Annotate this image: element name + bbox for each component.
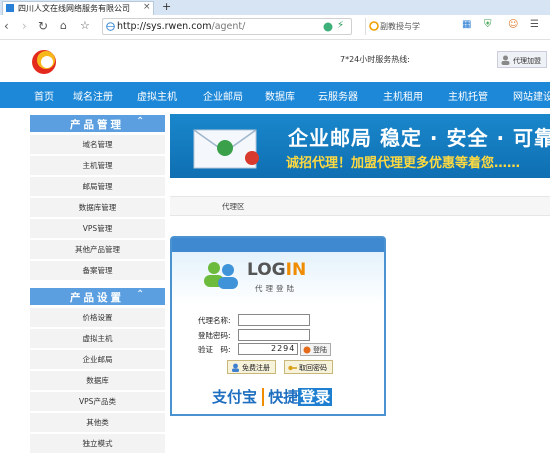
chevron-up-icon: ⌃ (136, 289, 145, 300)
register-user-icon (232, 363, 239, 372)
captcha-code: 2294 (271, 344, 296, 353)
arrow-right-icon (303, 346, 311, 354)
users-icon (204, 262, 238, 289)
user-icon (501, 55, 510, 65)
sidebar-section-products[interactable]: 产品管理 ⌃ (30, 115, 165, 132)
sidebar-item-mail[interactable]: 邮局管理 (30, 177, 165, 197)
nav-database[interactable]: 数据库 (265, 88, 295, 103)
login-button[interactable]: 登陆 (300, 343, 331, 356)
agent-join-button[interactable]: 代理加盟 (497, 51, 547, 68)
section-title: 产品设置 (70, 292, 124, 304)
search-query: 副教授与学 (380, 22, 420, 31)
lightning-icon[interactable]: ⚡ (337, 20, 344, 31)
nav-colocation[interactable]: 主机托管 (448, 88, 488, 103)
banner-subline: 诚招代理！加盟代理更多优惠等着您…… (286, 156, 521, 171)
search-engine-icon (369, 21, 379, 31)
banner-headline: 企业邮局 稳定 · 安全 · 可靠 (288, 126, 550, 150)
alipay-login: 登录 (298, 388, 333, 406)
nav-mail[interactable]: 企业邮局 (203, 88, 243, 103)
alipay-quick-login[interactable]: 支付宝 快捷 登录 (212, 386, 333, 407)
sidebar-item-vps[interactable]: VPS管理 (30, 219, 165, 239)
captcha-input[interactable]: 2294 (238, 343, 298, 355)
retrieve-button-label: 取回密码 (299, 364, 327, 372)
register-button[interactable]: 免费注册 (227, 360, 276, 374)
nav-vhost[interactable]: 虚拟主机 (137, 88, 177, 103)
menu-icon[interactable]: ☰ (530, 19, 539, 30)
site-favicon-icon (6, 4, 14, 12)
login-subtitle: 代理登陆 (255, 284, 297, 293)
sidebar-item-host[interactable]: 主机管理 (30, 156, 165, 176)
register-button-label: 免费注册 (242, 364, 270, 372)
sidebar-item-database[interactable]: 数据库管理 (30, 198, 165, 218)
nav-domain[interactable]: 域名注册 (73, 88, 113, 103)
sidebar-item-vps-products[interactable]: VPS产品类 (30, 392, 165, 412)
browser-tab[interactable]: 四川人文在线网络服务有限公司 × (2, 1, 154, 15)
breadcrumb-label: 代理区 (222, 202, 245, 211)
agent-join-label: 代理加盟 (513, 57, 541, 65)
sidebar-item-filing[interactable]: 备案管理 (30, 261, 165, 281)
url-text: http://sys.rwen.com/agent/ (117, 21, 246, 32)
nav-home[interactable]: 首页 (34, 88, 54, 103)
agent-login-panel: LOGIN 代理登陆 代理名称: 登陆密码: 验证 码: 2294 登陆 免费注… (170, 236, 386, 416)
retrieve-password-button[interactable]: 取回密码 (284, 360, 333, 374)
sidebar-section-settings[interactable]: 产品设置 ⌃ (30, 288, 165, 305)
nav-cloud[interactable]: 云服务器 (318, 88, 358, 103)
sidebar-item-other[interactable]: 其他产品管理 (30, 240, 165, 260)
globe-icon (106, 22, 115, 31)
sidebar-item-db[interactable]: 数据库 (30, 371, 165, 391)
username-label: 代理名称: (198, 316, 231, 325)
new-tab-button[interactable]: + (162, 0, 171, 13)
address-bar[interactable]: http://sys.rwen.com/agent/ (102, 18, 352, 35)
key-icon (288, 365, 297, 371)
alipay-brand: 支付宝 (212, 388, 258, 406)
sidebar-item-standalone[interactable]: 独立模式 (30, 434, 165, 454)
bookmark-star-icon[interactable]: ☆ (80, 19, 90, 32)
apps-grid-icon[interactable]: ▦ (462, 19, 471, 30)
login-title: LOGIN (247, 260, 307, 280)
login-button-label: 登陆 (313, 346, 327, 354)
captcha-label: 验证 码: (198, 345, 231, 354)
username-input[interactable] (238, 314, 310, 326)
panel-title-bar (172, 238, 384, 252)
sidebar-item-domain[interactable]: 域名管理 (30, 135, 165, 155)
password-input[interactable] (238, 329, 310, 341)
sidebar-item-price[interactable]: 价格设置 (30, 308, 165, 328)
sidebar-item-vhost[interactable]: 虚拟主机 (30, 329, 165, 349)
forward-icon[interactable]: › (22, 19, 27, 33)
search-box[interactable]: 副教授与学 (365, 18, 456, 35)
reload-icon[interactable]: ↻ (38, 19, 48, 33)
back-icon[interactable]: ‹ (4, 19, 9, 33)
breadcrumb: 代理区 (170, 196, 550, 216)
envelope-icon (193, 129, 259, 169)
main-nav: 首页 域名注册 虚拟主机 企业邮局 数据库 云服务器 主机租用 主机托管 网站建… (0, 82, 550, 108)
mail-banner[interactable]: 企业邮局 稳定 · 安全 · 可靠 诚招代理！加盟代理更多优惠等着您…… (170, 114, 550, 178)
password-label: 登陆密码: (198, 331, 231, 340)
tab-title: 四川人文在线网络服务有限公司 (18, 4, 130, 13)
site-logo (32, 50, 56, 74)
shield-icon[interactable]: ⛨ (484, 19, 492, 30)
chevron-up-icon: ⌃ (136, 116, 145, 127)
section-title: 产品管理 (70, 119, 124, 131)
home-icon[interactable]: ⌂ (60, 19, 67, 32)
service-hotline: 7*24小时服务热线: (340, 55, 410, 64)
sidebar-item-other-class[interactable]: 其他类 (30, 413, 165, 433)
alipay-quick: 快捷 (262, 388, 299, 406)
emoji-icon[interactable]: ☺ (508, 19, 518, 30)
sidebar-item-enterprise-mail[interactable]: 企业邮局 (30, 350, 165, 370)
tab-close-icon[interactable]: × (143, 2, 151, 12)
nav-website[interactable]: 网站建设 (513, 88, 550, 103)
nav-rental[interactable]: 主机租用 (383, 88, 423, 103)
extension-icon[interactable] (322, 21, 334, 33)
